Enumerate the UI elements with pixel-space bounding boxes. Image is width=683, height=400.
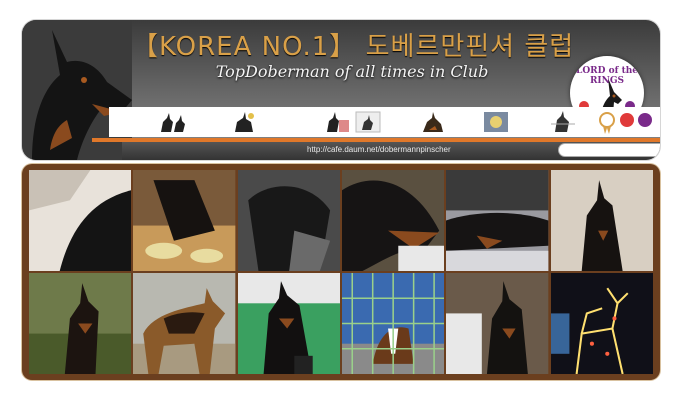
badge-label: LORD of the RINGS xyxy=(575,66,639,86)
photo-gallery xyxy=(22,164,660,380)
boxer-in-kennel-photo[interactable] xyxy=(342,273,445,374)
doberman-sofa-photo[interactable] xyxy=(237,170,340,271)
doberman-icon[interactable] xyxy=(549,110,577,134)
club-banner: 【KOREA NO.1】 도베르만핀셔 클럽 TopDoberman of al… xyxy=(22,20,660,160)
page-subtitle: TopDoberman of all times in Club xyxy=(215,62,489,81)
doberman-icon[interactable] xyxy=(354,110,382,134)
german-shepherd-photo[interactable] xyxy=(133,273,236,374)
cafe-url-link[interactable]: http://cafe.daum.net/dobermannpinscher xyxy=(307,145,451,154)
doberman-sitting-photo[interactable] xyxy=(550,170,653,271)
doberman-pair-icon[interactable] xyxy=(159,110,187,134)
medal-ribbons-icon[interactable] xyxy=(599,110,655,134)
christmas-lights-reindeer-photo[interactable] xyxy=(550,273,653,374)
doberman-outdoor-photo[interactable] xyxy=(29,273,132,374)
doberman-green-yard-photo[interactable] xyxy=(237,273,340,374)
doberman-icon[interactable] xyxy=(419,110,447,134)
doberman-lying-photo[interactable] xyxy=(446,170,549,271)
page-title: 【KOREA NO.1】 도베르만핀셔 클럽 xyxy=(132,32,575,62)
doberman-icon[interactable] xyxy=(231,110,259,134)
award-icon[interactable] xyxy=(482,110,510,134)
doberman-kitchen-photo[interactable] xyxy=(133,170,236,271)
icon-strip xyxy=(109,107,660,137)
doberman-pair-icon[interactable] xyxy=(324,110,352,134)
doberman-indoor-photo[interactable] xyxy=(446,273,549,374)
search-input[interactable] xyxy=(558,143,660,157)
doberman-face-photo[interactable] xyxy=(342,170,445,271)
photo-grid xyxy=(29,170,653,374)
url-bar: http://cafe.daum.net/dobermannpinscher xyxy=(122,142,660,160)
doberman-close-up-photo[interactable] xyxy=(29,170,132,271)
